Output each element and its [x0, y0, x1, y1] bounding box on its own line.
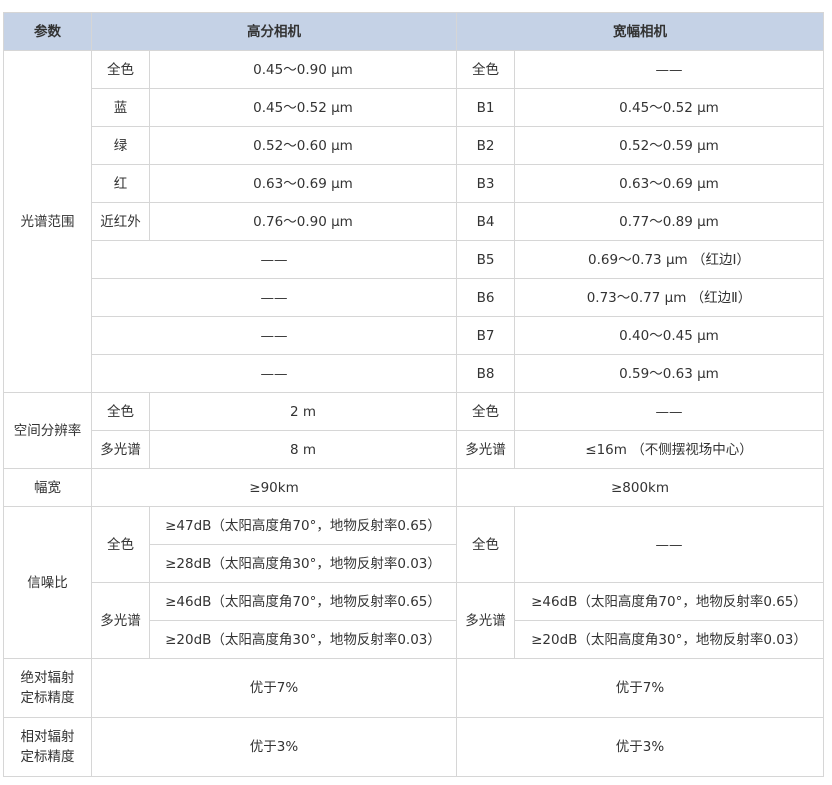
w-band: B4	[456, 202, 515, 241]
table-row: 信噪比 全色 ≥47dB（太阳高度角70°，地物反射率0.65） 全色 ——	[3, 506, 824, 659]
swath-w-value: ≥800km	[456, 468, 824, 507]
w-band: B3	[456, 164, 515, 203]
w-range: 0.77～0.89 μm	[514, 202, 824, 241]
rel-cal-label-line1: 相对辐射	[20, 729, 75, 745]
table-row: 绝对辐射定标精度 优于7% 优于7%	[3, 658, 824, 718]
table-row: 相对辐射定标精度 优于3% 优于3%	[3, 717, 824, 777]
swath-label: 幅宽	[3, 468, 92, 507]
abs-cal-label-line1: 绝对辐射	[20, 670, 75, 686]
w-band: B5	[456, 240, 515, 279]
snr-w-pan-value: ——	[514, 506, 824, 583]
w-band: 全色	[456, 392, 515, 431]
w-range: 0.73～0.77 μm （红边Ⅱ）	[514, 278, 824, 317]
hr-band: 绿	[91, 126, 150, 165]
rel-cal-label-line2: 定标精度	[20, 749, 75, 765]
w-range: 0.59～0.63 μm	[514, 354, 824, 393]
hr-band: 蓝	[91, 88, 150, 127]
hr-range: 0.45～0.52 μm	[149, 88, 457, 127]
table-row: 多光谱 8 m 多光谱 ≤16m （不侧摆视场中心）	[4, 430, 824, 469]
table-row: 空间分辨率 全色 2 m 全色 ——	[3, 392, 824, 469]
spec-table: 参数 高分相机 宽幅相机 光谱范围 全色 0.45～0.90 μm 全色 —— …	[3, 12, 824, 777]
snr-w-ms-value: ≥46dB（太阳高度角70°，地物反射率0.65）	[514, 582, 824, 621]
header-param: 参数	[3, 12, 92, 51]
snr-w-ms-value: ≥20dB（太阳高度角30°，地物反射率0.03）	[514, 620, 824, 659]
snr-hr-pan-value: ≥47dB（太阳高度角70°，地物反射率0.65）	[149, 506, 457, 545]
table-row: —— B7 0.40～0.45 μm	[4, 316, 824, 355]
header-row: 参数 高分相机 宽幅相机	[3, 12, 824, 51]
snr-hr-pan-label: 全色	[91, 506, 150, 583]
table-row: 幅宽 ≥90km ≥800km	[3, 468, 824, 507]
w-band: B8	[456, 354, 515, 393]
w-range: 0.69～0.73 μm （红边Ⅰ）	[514, 240, 824, 279]
spectral-label: 光谱范围	[3, 50, 92, 393]
swath-hr-value: ≥90km	[91, 468, 457, 507]
hr-merged: ——	[91, 240, 457, 279]
snr-label: 信噪比	[3, 506, 92, 659]
snr-w-pan-label: 全色	[456, 506, 515, 583]
table-row: 绿 0.52～0.60 μm B2 0.52～0.59 μm	[4, 126, 824, 165]
w-range: 0.45～0.52 μm	[514, 88, 824, 127]
w-band: B6	[456, 278, 515, 317]
hr-value: 8 m	[149, 430, 457, 469]
abs-cal-w-value: 优于7%	[456, 658, 824, 718]
snr-hr-ms-label: 多光谱	[91, 582, 150, 659]
hr-range: 0.45～0.90 μm	[149, 50, 457, 89]
w-band: 全色	[456, 50, 515, 89]
hr-merged: ——	[91, 354, 457, 393]
snr-hr-ms-value: ≥46dB（太阳高度角70°，地物反射率0.65）	[149, 582, 457, 621]
rel-cal-w-value: 优于3%	[456, 717, 824, 777]
w-value: ——	[514, 392, 824, 431]
table-row: 蓝 0.45～0.52 μm B1 0.45～0.52 μm	[4, 88, 824, 127]
snr-w-ms-label: 多光谱	[456, 582, 515, 659]
abs-cal-label-line2: 定标精度	[20, 690, 75, 706]
w-band: B7	[456, 316, 515, 355]
snr-hr-pan-value: ≥28dB（太阳高度角30°，地物反射率0.03）	[149, 544, 457, 583]
spatial-label: 空间分辨率	[3, 392, 92, 469]
hr-merged: ——	[91, 316, 457, 355]
w-value: ≤16m （不侧摆视场中心）	[514, 430, 824, 469]
header-wide-camera: 宽幅相机	[456, 12, 824, 51]
w-range: 0.63～0.69 μm	[514, 164, 824, 203]
hr-band: 全色	[91, 50, 150, 89]
table-row: 红 0.63～0.69 μm B3 0.63～0.69 μm	[4, 164, 824, 203]
hr-band: 全色	[91, 392, 150, 431]
w-band: 多光谱	[456, 430, 515, 469]
abs-cal-hr-value: 优于7%	[91, 658, 457, 718]
hr-range: 0.52～0.60 μm	[149, 126, 457, 165]
hr-band: 多光谱	[91, 430, 150, 469]
table-row: 近红外 0.76～0.90 μm B4 0.77～0.89 μm	[4, 202, 824, 241]
table-row: 光谱范围 全色 0.45～0.90 μm 全色 ——	[3, 50, 824, 393]
table-row: 多光谱 ≥46dB（太阳高度角70°，地物反射率0.65） 多光谱 ≥46dB（…	[4, 582, 824, 659]
hr-band: 红	[91, 164, 150, 203]
rel-cal-label: 相对辐射 定标精度	[3, 717, 92, 777]
hr-merged: ——	[91, 278, 457, 317]
table-row: —— B8 0.59～0.63 μm	[4, 354, 824, 393]
w-band: B2	[456, 126, 515, 165]
table-row: —— B5 0.69～0.73 μm （红边Ⅰ）	[4, 240, 824, 279]
hr-value: 2 m	[149, 392, 457, 431]
w-range: 0.40～0.45 μm	[514, 316, 824, 355]
header-high-res-camera: 高分相机	[91, 12, 457, 51]
abs-cal-label: 绝对辐射 定标精度	[3, 658, 92, 718]
snr-hr-ms-value: ≥20dB（太阳高度角30°，地物反射率0.03）	[149, 620, 457, 659]
rel-cal-hr-value: 优于3%	[91, 717, 457, 777]
hr-band: 近红外	[91, 202, 150, 241]
w-band: B1	[456, 88, 515, 127]
hr-range: 0.76～0.90 μm	[149, 202, 457, 241]
table-row: —— B6 0.73～0.77 μm （红边Ⅱ）	[4, 278, 824, 317]
hr-range: 0.63～0.69 μm	[149, 164, 457, 203]
w-range: ——	[514, 50, 824, 89]
w-range: 0.52～0.59 μm	[514, 126, 824, 165]
